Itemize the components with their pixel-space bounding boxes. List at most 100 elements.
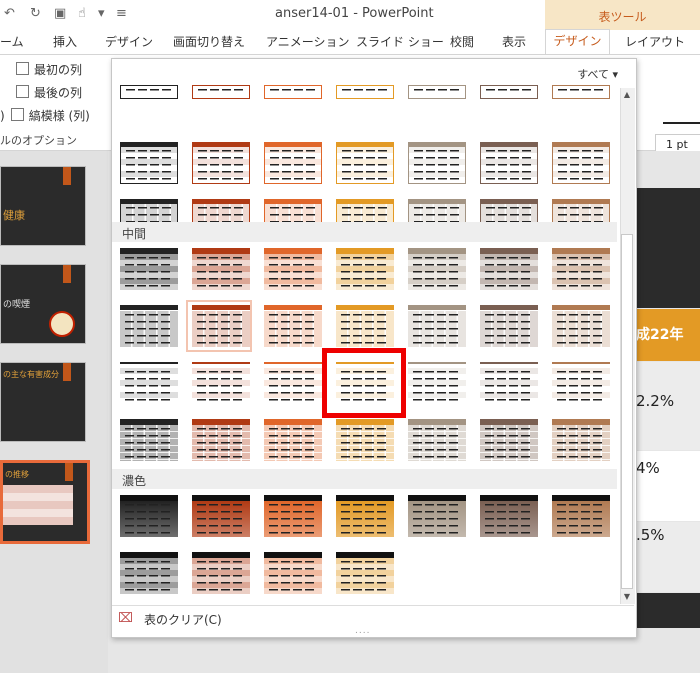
table-style-swatch[interactable] (120, 362, 178, 404)
table-style-swatch[interactable] (480, 362, 538, 404)
table-style-swatch[interactable] (480, 495, 538, 537)
table-style-swatch[interactable] (336, 552, 394, 594)
table-style-swatch[interactable] (336, 305, 394, 347)
table-style-swatch[interactable] (408, 248, 466, 290)
slide-value-1: 2.2% (636, 392, 675, 410)
table-style-swatch[interactable] (480, 248, 538, 290)
table-style-swatch[interactable] (480, 142, 538, 184)
table-style-swatch[interactable] (264, 305, 322, 347)
partial-label: ) (0, 109, 5, 123)
eraser-icon: ⌧ (118, 611, 133, 626)
table-style-swatch[interactable] (264, 552, 322, 594)
tab-layout[interactable]: レイアウト (625, 33, 685, 50)
table-style-swatch[interactable] (408, 419, 466, 461)
scroll-down-arrow-icon[interactable]: ▼ (620, 590, 634, 604)
table-style-swatch[interactable] (336, 248, 394, 290)
tab-review[interactable]: 校閲 (450, 33, 474, 50)
table-style-swatch[interactable] (336, 419, 394, 461)
slide-tag (63, 363, 71, 381)
table-style-swatch[interactable] (408, 495, 466, 537)
table-style-swatch[interactable] (120, 248, 178, 290)
table-style-swatch[interactable] (192, 362, 250, 404)
table-style-swatch[interactable] (264, 495, 322, 537)
ribbon-tab-bar: ーム 挿入 デザイン 画面切り替え アニメーション スライド ショー 校閲 表示… (0, 29, 700, 55)
tab-slideshow[interactable]: スライド ショー (356, 33, 444, 50)
clear-table-button[interactable]: ⌧ 表のクリア(C) (112, 605, 634, 636)
touch-dropdown-icon[interactable]: ▾ (98, 6, 105, 21)
last-column-checkbox[interactable] (16, 85, 29, 98)
table-style-swatch[interactable] (408, 362, 466, 404)
table-style-swatch[interactable] (264, 419, 322, 461)
table-style-swatch[interactable] (120, 495, 178, 537)
undo-icon[interactable]: ↶ (4, 6, 15, 21)
banded-columns-option[interactable]: ) 縞模様 (列) (0, 107, 90, 124)
table-style-swatch[interactable] (408, 142, 466, 184)
slide-thumbnail-2[interactable]: の喫煙 (0, 264, 86, 344)
slide-thumbnail-1[interactable]: 健康 (0, 166, 86, 246)
table-style-swatch[interactable] (120, 85, 178, 99)
table-style-swatch[interactable] (552, 142, 610, 184)
table-style-swatch[interactable] (120, 419, 178, 461)
table-style-swatch[interactable] (120, 305, 178, 347)
pen-style-line[interactable] (663, 122, 700, 124)
table-style-swatch[interactable] (480, 85, 538, 99)
table-style-swatch[interactable] (336, 85, 394, 99)
tab-design[interactable]: デザイン (105, 33, 153, 50)
table-style-swatch[interactable] (192, 419, 250, 461)
touch-icon[interactable]: ☝ (78, 6, 86, 21)
table-style-swatch[interactable] (552, 305, 610, 347)
table-style-swatch[interactable] (408, 305, 466, 347)
banded-columns-checkbox[interactable] (10, 108, 24, 121)
tab-insert[interactable]: 挿入 (53, 33, 77, 50)
table-style-swatch[interactable] (408, 85, 466, 99)
first-column-option[interactable]: 最初の列 (16, 61, 82, 78)
table-style-swatch[interactable] (264, 85, 322, 99)
slide-1-title: 健康 (3, 209, 25, 222)
slide-tag (63, 167, 71, 185)
table-tools-group: 表ツール (545, 0, 700, 32)
slide-thumbnail-3[interactable]: の主な有害成分 (0, 362, 86, 442)
slide-value-3: .5% (636, 526, 665, 544)
table-style-swatch[interactable] (192, 248, 250, 290)
tab-view[interactable]: 表示 (502, 33, 526, 50)
last-column-label: 最後の列 (34, 86, 83, 100)
table-style-swatch[interactable] (192, 85, 250, 99)
table-style-swatch[interactable] (552, 419, 610, 461)
first-column-checkbox[interactable] (16, 62, 29, 75)
table-style-swatch[interactable] (120, 142, 178, 184)
slide-dark-band (636, 188, 700, 308)
gallery-section-header: 中間 (112, 222, 617, 242)
tab-table-design[interactable]: デザイン (545, 29, 610, 54)
redo-icon[interactable]: ↻ (30, 6, 41, 21)
table-style-swatch[interactable] (120, 552, 178, 594)
table-style-swatch[interactable] (552, 248, 610, 290)
tab-home[interactable]: ーム (0, 33, 24, 50)
tab-transitions[interactable]: 画面切り替え (173, 33, 245, 50)
slide-table-row: 2.2% (636, 362, 700, 450)
resize-grip-icon[interactable]: .... (355, 626, 370, 636)
table-style-swatch[interactable] (264, 362, 322, 404)
gallery-section-header: 濃色 (112, 469, 617, 489)
table-style-swatch[interactable] (552, 495, 610, 537)
table-style-swatch[interactable] (480, 419, 538, 461)
table-style-swatch[interactable] (552, 362, 610, 404)
slide-tag (65, 463, 73, 481)
table-style-swatch[interactable] (336, 495, 394, 537)
first-column-label: 最初の列 (34, 63, 83, 77)
gallery-filter-dropdown[interactable]: すべて ▾ (577, 66, 618, 82)
table-style-swatch[interactable] (192, 552, 250, 594)
table-style-swatch[interactable] (192, 142, 250, 184)
slide-thumbnail-4[interactable]: の推移 (0, 460, 90, 544)
table-style-swatch[interactable] (480, 305, 538, 347)
table-style-swatch[interactable] (552, 85, 610, 99)
customize-icon[interactable]: ≡ (116, 6, 127, 21)
tab-animations[interactable]: アニメーション (266, 33, 350, 50)
table-style-swatch[interactable] (264, 142, 322, 184)
last-column-option[interactable]: 最後の列 (16, 84, 82, 101)
present-icon[interactable]: ▣ (54, 6, 66, 21)
table-style-swatch[interactable] (264, 248, 322, 290)
scroll-thumb[interactable] (621, 234, 633, 589)
scroll-up-arrow-icon[interactable]: ▲ (620, 88, 634, 102)
table-style-swatch[interactable] (336, 142, 394, 184)
table-style-swatch[interactable] (192, 495, 250, 537)
